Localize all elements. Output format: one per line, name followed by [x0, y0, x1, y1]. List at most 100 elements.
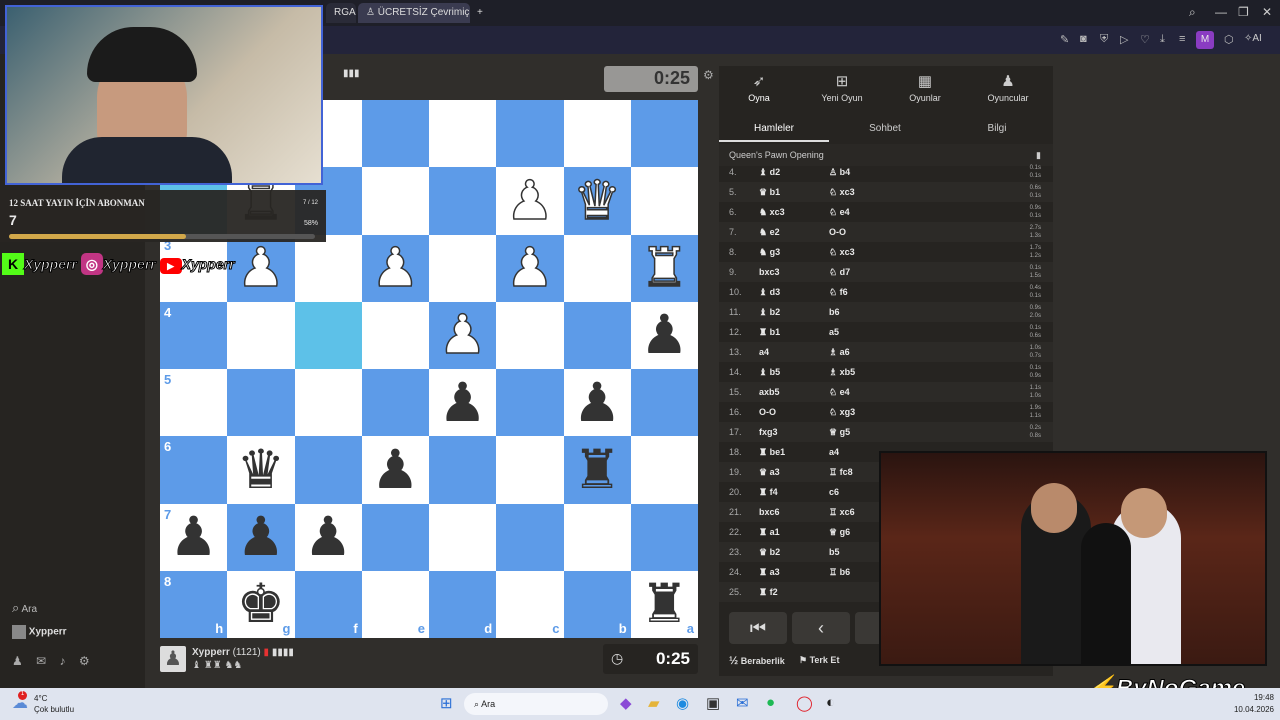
black-move[interactable]: ♘ e4	[829, 202, 850, 222]
move-row[interactable]: 13. a4 ♗ a6 1.0s 0.7s	[719, 342, 1053, 362]
white-move[interactable]: ♛ b2	[759, 542, 780, 562]
black-move[interactable]: ♖ xc6	[829, 502, 855, 522]
board-square[interactable]	[429, 100, 497, 168]
resign-button[interactable]: ⚑ Terk Et	[799, 655, 839, 666]
outlook-icon[interactable]: ✉	[736, 694, 749, 712]
settings-icon[interactable]: ⚙	[703, 68, 714, 82]
copilot-icon[interactable]: ◆	[620, 694, 632, 712]
black-move[interactable]: a4	[829, 442, 839, 462]
board-square[interactable]	[630, 503, 698, 571]
board-square[interactable]: ♟	[496, 234, 564, 302]
white-move[interactable]: bxc3	[759, 262, 780, 282]
white-move[interactable]: axb5	[759, 382, 780, 402]
prev-move-button[interactable]: ‹	[792, 612, 850, 644]
black-move[interactable]: ♗ a6	[829, 342, 850, 362]
black-move[interactable]: ♖ b6	[829, 562, 850, 582]
taskbar-search[interactable]: ⌕ Ara	[464, 693, 608, 715]
board-square[interactable]	[294, 436, 362, 504]
board-square[interactable]	[294, 301, 362, 369]
move-row[interactable]: 6. ♞ xc3 ♘ e4 0.9s 0.1s	[719, 202, 1053, 222]
minimize-icon[interactable]: —	[1215, 5, 1227, 19]
white-move[interactable]: ♜ a1	[759, 522, 780, 542]
white-pawn-piece[interactable]: ♟	[370, 240, 420, 296]
board-square[interactable]	[361, 301, 429, 369]
black-king-piece[interactable]: ♚	[237, 577, 285, 631]
board-square[interactable]	[563, 301, 631, 369]
white-move[interactable]: ♜ f2	[759, 582, 778, 602]
black-move[interactable]: b6	[829, 302, 840, 322]
board-square[interactable]: e	[361, 570, 429, 638]
browser-tab-partial[interactable]: RGANİZ	[326, 3, 356, 23]
black-move[interactable]: ♘ xc3	[829, 182, 855, 202]
first-move-button[interactable]: ⏮	[729, 612, 787, 644]
white-move[interactable]: ♞ e2	[759, 222, 780, 242]
move-row[interactable]: 14. ♝ b5 ♗ xb5 0.1s 0.9s	[719, 362, 1053, 382]
board-square[interactable]: ♟	[429, 369, 497, 437]
black-move[interactable]: ♕ g5	[829, 422, 850, 442]
board-square[interactable]	[294, 234, 362, 302]
board-square[interactable]	[630, 167, 698, 235]
black-pawn-piece[interactable]: ♟	[304, 510, 352, 564]
board-square[interactable]: ♟	[294, 503, 362, 571]
board-square[interactable]: ♟	[630, 301, 698, 369]
black-move[interactable]: ♘ e4	[829, 382, 850, 402]
tab-chat[interactable]: Sohbet	[830, 118, 940, 140]
white-rook-piece[interactable]: ♜	[639, 240, 689, 296]
black-move[interactable]: ♙ b4	[829, 162, 850, 182]
white-move[interactable]: ♛ b1	[759, 182, 780, 202]
black-move[interactable]: ♖ fc8	[829, 462, 853, 482]
black-pawn-piece[interactable]: ♟	[371, 442, 419, 497]
play-icon[interactable]: ▷	[1120, 33, 1128, 46]
board-square[interactable]	[361, 167, 429, 235]
board-square[interactable]: ♟	[563, 369, 631, 437]
black-pawn-piece[interactable]: ♟	[438, 375, 486, 430]
white-move[interactable]: ♜ a3	[759, 562, 780, 582]
player-info[interactable]: Xypperr (1121) ▮ ▮▮▮▮	[192, 647, 294, 658]
edit-icon[interactable]: ✎	[1060, 33, 1069, 46]
black-move[interactable]: ♕ g6	[829, 522, 850, 542]
move-row[interactable]: 12. ♜ b1 a5 0.1s 0.6s	[719, 322, 1053, 342]
board-square[interactable]	[227, 301, 295, 369]
white-pawn-piece[interactable]: ♟	[438, 307, 488, 363]
board-square[interactable]	[496, 100, 564, 168]
board-square[interactable]	[294, 369, 362, 437]
close-icon[interactable]: ✕	[1262, 5, 1272, 19]
white-move[interactable]: ♝ b2	[759, 302, 780, 322]
board-square[interactable]	[496, 436, 564, 504]
board-square[interactable]: 5	[160, 369, 228, 437]
white-move[interactable]: ♞ g3	[759, 242, 780, 262]
black-move[interactable]: c6	[829, 482, 839, 502]
heart-icon[interactable]: ♡	[1140, 33, 1150, 46]
board-square[interactable]: f	[294, 570, 362, 638]
download-icon[interactable]: ⤓	[1160, 33, 1165, 46]
edge-icon[interactable]: ◉	[676, 694, 689, 712]
board-square[interactable]	[361, 369, 429, 437]
white-move[interactable]: ♜ be1	[759, 442, 785, 462]
black-move[interactable]: a5	[829, 322, 839, 342]
white-move[interactable]: ♜ b1	[759, 322, 780, 342]
board-square[interactable]: 4	[160, 301, 228, 369]
black-pawn-piece[interactable]: ♟	[237, 510, 285, 564]
black-move[interactable]: ♘ xg3	[829, 402, 855, 422]
board-square[interactable]	[429, 436, 497, 504]
move-row[interactable]: 8. ♞ g3 ♘ xc3 1.7s 1.2s	[719, 242, 1053, 262]
friends-icon[interactable]: ♟	[12, 654, 23, 668]
bell-icon[interactable]: ♪	[60, 654, 66, 668]
black-pawn-piece[interactable]: ♟	[169, 510, 217, 564]
move-row[interactable]: 17. fxg3 ♕ g5 0.2s 0.8s	[719, 422, 1053, 442]
white-move[interactable]: ♜ f4	[759, 482, 778, 502]
nav-yeni-oyun[interactable]: ⊞ Yeni Oyun	[802, 72, 882, 103]
board-square[interactable]: a ♜	[630, 570, 698, 638]
move-row[interactable]: 9. bxc3 ♘ d7 0.1s 1.5s	[719, 262, 1053, 282]
black-rook-piece[interactable]: ♜	[640, 577, 688, 631]
settings-icon[interactable]: ⚙	[79, 654, 90, 668]
board-square[interactable]: ♛	[563, 167, 631, 235]
board-square[interactable]: 6	[160, 436, 228, 504]
tab-moves[interactable]: Hamleler	[719, 118, 829, 140]
board-square[interactable]: b	[563, 570, 631, 638]
move-row[interactable]: 11. ♝ b2 b6 0.9s 2.0s	[719, 302, 1053, 322]
white-move[interactable]: O-O	[759, 402, 776, 422]
move-row[interactable]: 5. ♛ b1 ♘ xc3 0.6s 0.1s	[719, 182, 1053, 202]
board-square[interactable]: ♟	[361, 234, 429, 302]
board-square[interactable]	[630, 436, 698, 504]
